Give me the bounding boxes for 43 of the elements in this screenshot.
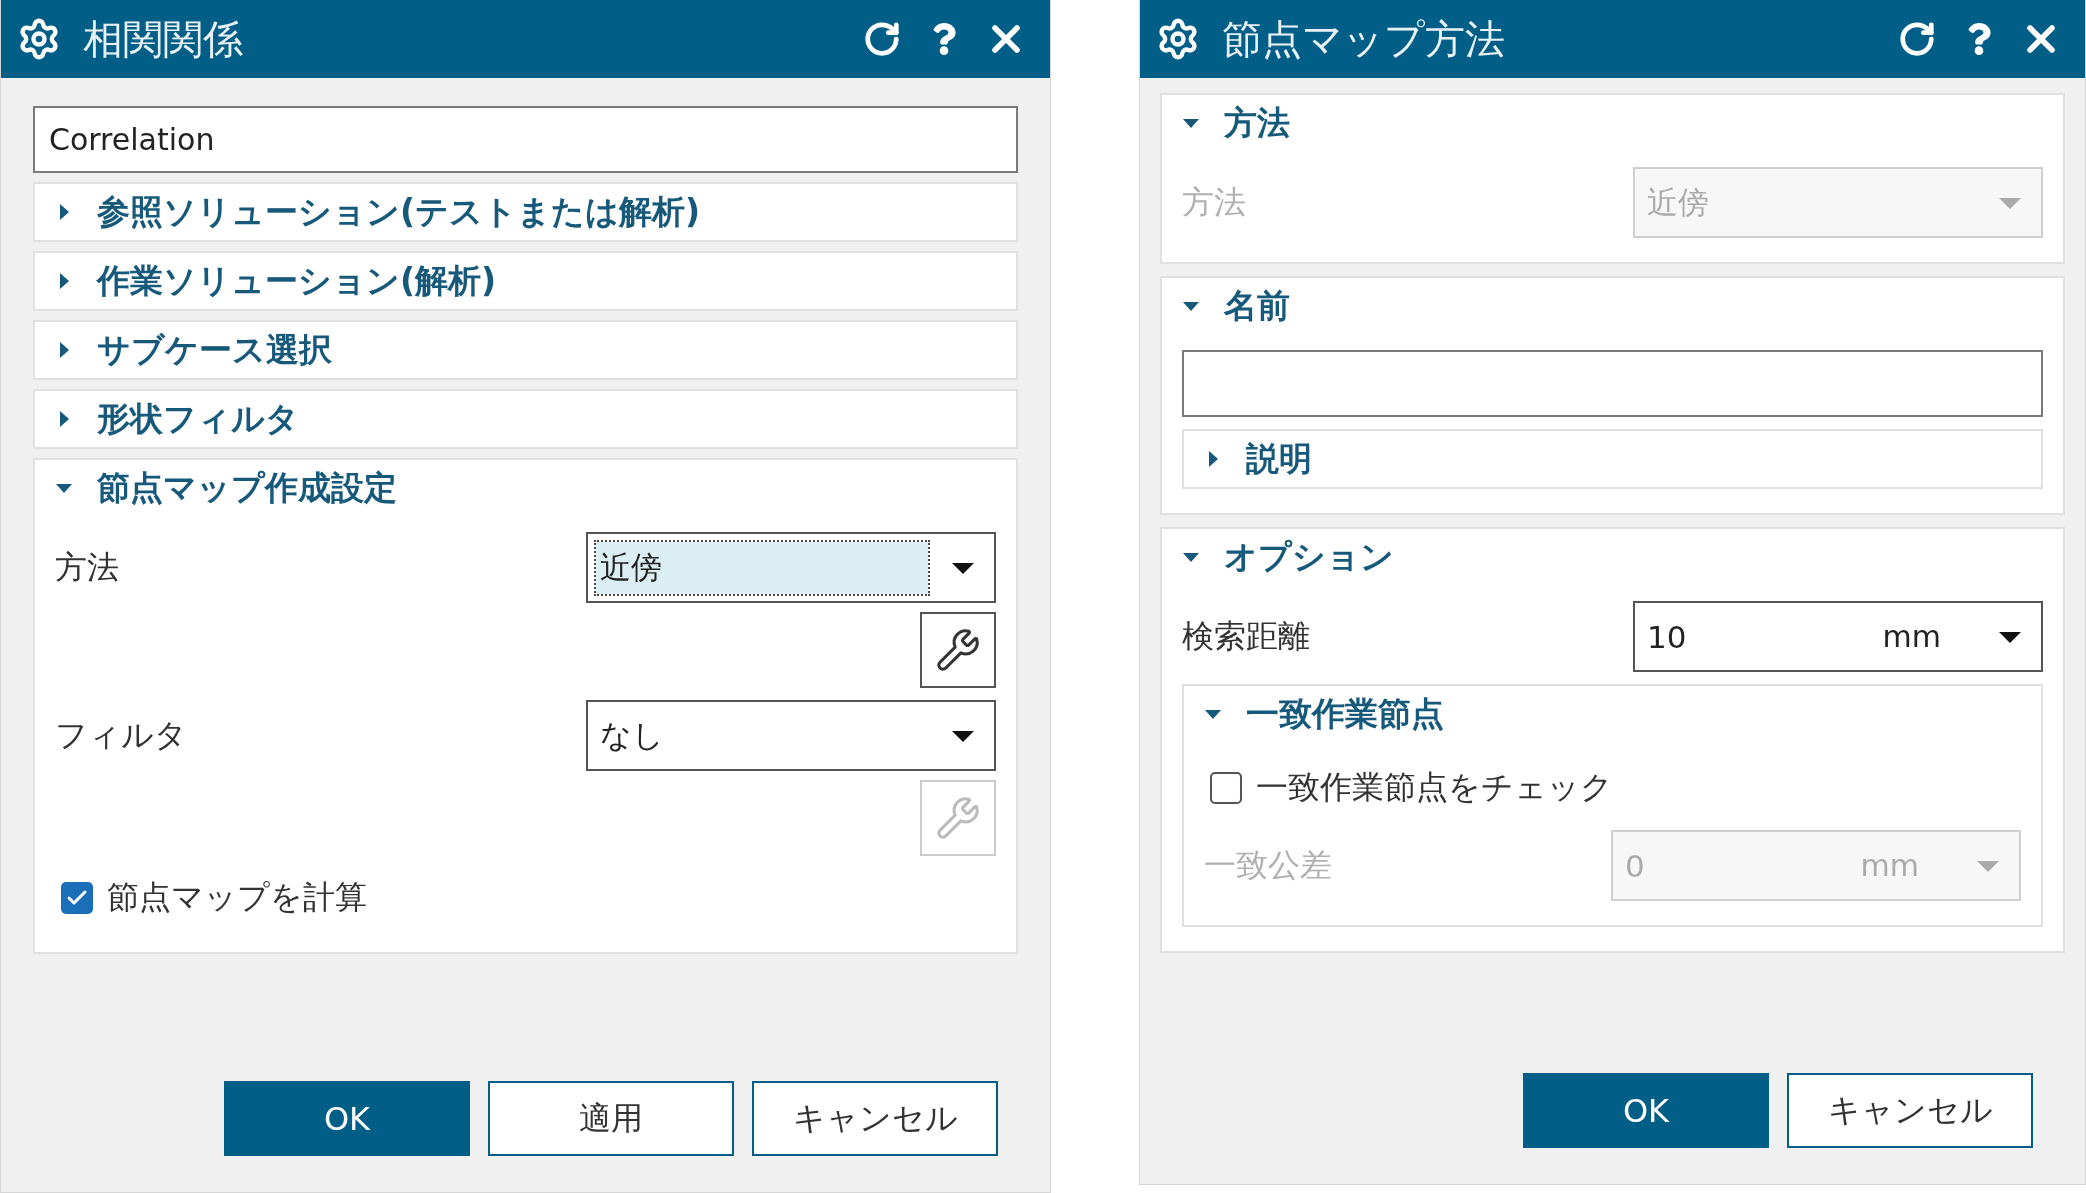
dropdown-arrow-icon (1997, 195, 2023, 210)
section-title[interactable]: 説明 (1246, 436, 1312, 482)
section-title[interactable]: サブケース選択 (97, 327, 332, 373)
section-title[interactable]: オプション (1224, 534, 1394, 580)
dialog-button[interactable]: キャンセル (1787, 1073, 2033, 1148)
settings-icon[interactable] (1156, 17, 1200, 61)
unit-label: mm (1860, 848, 1919, 883)
section-title[interactable]: 一致作業節点 (1246, 691, 1444, 737)
field-label: 方法 (55, 547, 119, 588)
window-title: 節点マップ方法 (1222, 14, 1506, 64)
section-title[interactable]: 形状フィルタ (97, 396, 299, 442)
ok-button[interactable]: OK (1523, 1073, 1769, 1148)
section-title[interactable]: 作業ソリューション(解析) (97, 258, 497, 304)
settings-icon[interactable] (17, 17, 61, 61)
dropdown-arrow-icon (1997, 629, 2023, 644)
field-label: フィルタ (55, 715, 187, 756)
text-field[interactable] (1182, 350, 2043, 417)
dropdown[interactable]: 10 mm (1633, 601, 2043, 672)
text-field[interactable]: Correlation (33, 106, 1018, 173)
dropdown-arrow-icon (950, 560, 976, 575)
window-title: 相関関係 (83, 14, 244, 64)
unit-label: mm (1882, 619, 1941, 654)
checkbox-label: 一致作業節点をチェック (1256, 767, 1613, 808)
field-label: 一致公差 (1204, 845, 1332, 886)
checkbox-label: 節点マップを計算 (107, 877, 367, 918)
section-title[interactable]: 参照ソリューション(テストまたは解析) (97, 189, 701, 235)
ok-button[interactable]: OK (224, 1081, 470, 1156)
dropdown[interactable]: 近傍 (586, 532, 996, 603)
wrench-button[interactable] (920, 612, 996, 688)
section-title[interactable]: 名前 (1224, 283, 1290, 329)
dialog-button[interactable]: キャンセル (752, 1081, 998, 1156)
checkbox[interactable] (1210, 772, 1242, 804)
field-label: 検索距離 (1182, 616, 1310, 657)
checkbox[interactable] (61, 882, 93, 914)
dropdown[interactable]: なし (586, 700, 996, 771)
section-title[interactable]: 方法 (1224, 100, 1290, 146)
field-label: 方法 (1182, 182, 1246, 223)
dropdown-arrow-icon (950, 728, 976, 743)
dialog-button[interactable]: 適用 (488, 1081, 734, 1156)
wrench-icon (935, 627, 981, 673)
dropdown-arrow-icon (1975, 858, 2001, 873)
wrench-icon (935, 795, 981, 841)
section-title[interactable]: 節点マップ作成設定 (97, 465, 397, 511)
